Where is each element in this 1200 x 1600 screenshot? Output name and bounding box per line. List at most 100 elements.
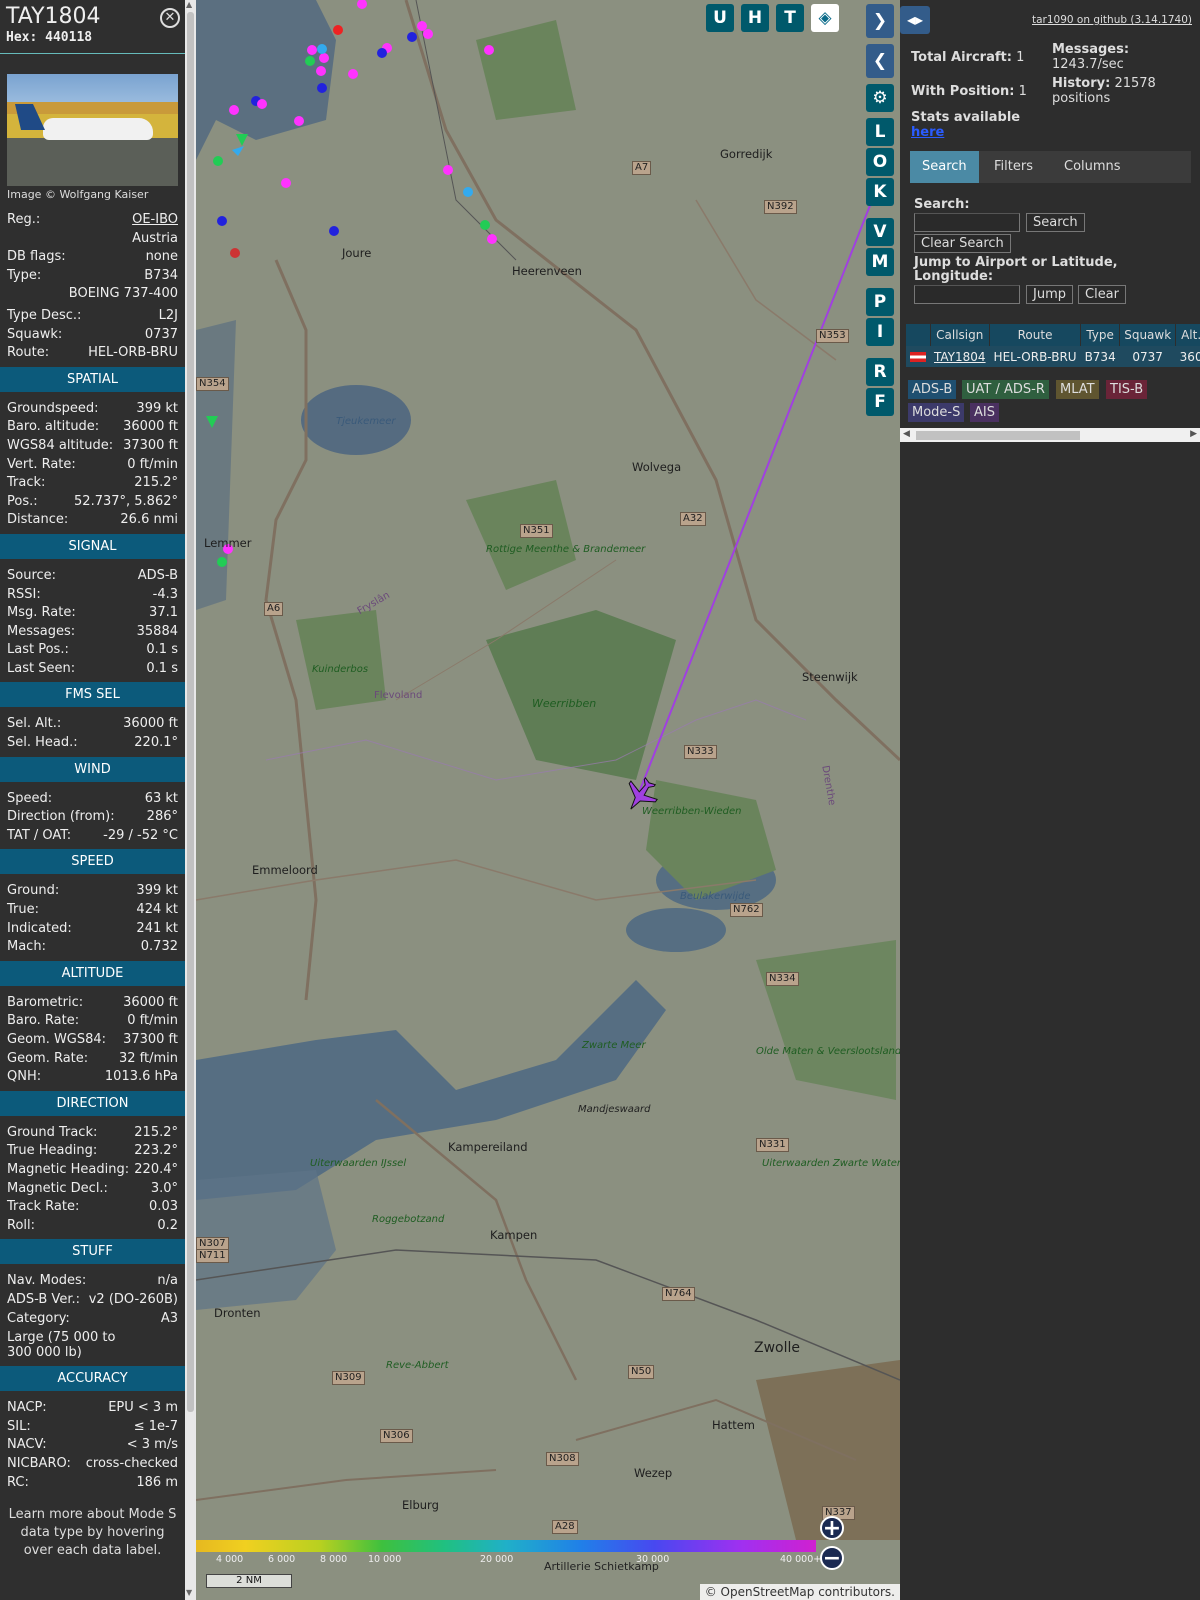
gear-icon[interactable]: ⚙	[866, 84, 894, 112]
reg-link[interactable]: OE-IBO	[132, 211, 178, 230]
field-label[interactable]: WGS84 altitude:	[7, 437, 113, 456]
field-label[interactable]: Mach:	[7, 938, 46, 957]
field-label[interactable]: Magnetic Heading:	[7, 1161, 129, 1180]
road-shield: N351	[520, 524, 553, 538]
field-label[interactable]: NACV:	[7, 1436, 47, 1455]
field-label[interactable]: Messages:	[7, 623, 75, 642]
column-header-type[interactable]: Type	[1080, 324, 1121, 346]
field-label[interactable]: True:	[7, 901, 39, 920]
aircraft-photo[interactable]	[7, 74, 178, 186]
field-label[interactable]: True Heading:	[7, 1142, 97, 1161]
field-label[interactable]: Track Rate:	[7, 1198, 79, 1217]
field-label[interactable]: Category:	[7, 1310, 70, 1329]
field-label[interactable]: QNH:	[7, 1068, 41, 1087]
field-label[interactable]: Geom. Rate:	[7, 1050, 88, 1069]
field-label[interactable]: Baro. Rate:	[7, 1012, 79, 1031]
field-label[interactable]: Sel. Head.:	[7, 734, 78, 753]
panel-tabs: Search Filters Columns	[910, 151, 1191, 183]
field-label[interactable]: Msg. Rate:	[7, 604, 76, 623]
field-label[interactable]: Sel. Alt.:	[7, 715, 61, 734]
field-label[interactable]: RC:	[7, 1474, 29, 1493]
field-label[interactable]: Track:	[7, 474, 45, 493]
field-value: cross-checked	[85, 1455, 178, 1471]
table-horizontal-scrollbar[interactable]: ◀ ▶	[900, 428, 1200, 442]
sidebar-scrollbar[interactable]: ▲ ▼	[185, 0, 196, 1600]
map-toggle-p-button[interactable]: P	[866, 288, 894, 316]
field-label[interactable]: TAT / OAT:	[7, 827, 71, 846]
toggle-h-button[interactable]: H	[741, 4, 769, 32]
field-label[interactable]: NACP:	[7, 1399, 47, 1418]
field-label[interactable]: Magnetic Decl.:	[7, 1180, 108, 1199]
map-town-label: Steenwijk	[802, 670, 858, 684]
clear-button[interactable]: Clear	[1078, 285, 1126, 304]
field-value: 0.03	[149, 1199, 178, 1215]
zoom-in-button[interactable]: +	[820, 1516, 844, 1540]
github-link[interactable]: tar1090 on github (3.14.1740)	[1032, 14, 1192, 26]
field-label[interactable]: Distance:	[7, 511, 68, 530]
altitude-row: Geom. Rate: 32 ft/min	[0, 1050, 185, 1069]
map-toggle-v-button[interactable]: V	[866, 218, 894, 246]
field-label[interactable]: Pos.:	[7, 493, 38, 512]
toggle-t-button[interactable]: T	[776, 4, 804, 32]
column-header-squawk[interactable]: Squawk	[1119, 324, 1177, 346]
stats-here-link[interactable]: here	[911, 125, 944, 140]
search-button[interactable]: Search	[1026, 213, 1085, 232]
column-header-alt[interactable]: Alt.	[1175, 324, 1200, 346]
table-row[interactable]: TAY1804 HEL-ORB-BRU B734 0737 360	[906, 346, 1200, 367]
map-town-label: Kampen	[490, 1228, 538, 1242]
field-label[interactable]: Last Pos.:	[7, 641, 69, 660]
tab-search[interactable]: Search	[910, 151, 979, 183]
reg-row: Reg.: OE-IBO	[0, 211, 185, 230]
field-label[interactable]: Last Seen:	[7, 660, 75, 679]
map-park-label: Reve-Abbert	[386, 1360, 449, 1371]
field-label[interactable]: ADS-B Ver.:	[7, 1291, 80, 1310]
field-label[interactable]: Ground Track:	[7, 1124, 97, 1143]
clear-search-button[interactable]: Clear Search	[914, 234, 1011, 253]
zoom-out-button[interactable]: −	[820, 1546, 844, 1570]
field-label[interactable]: Roll:	[7, 1217, 35, 1236]
field-label[interactable]: NICBARO:	[7, 1455, 71, 1474]
chevron-left-icon[interactable]: ❮	[866, 44, 894, 78]
chevron-right-icon[interactable]: ❯	[866, 4, 894, 38]
field-label[interactable]: Speed:	[7, 790, 52, 809]
column-header-route[interactable]: Route	[989, 324, 1082, 346]
field-label[interactable]: Barometric:	[7, 994, 83, 1013]
field-label[interactable]: Groundspeed:	[7, 400, 98, 419]
route-value: HEL-ORB-BRU	[88, 345, 178, 361]
map-toggle-r-button[interactable]: R	[866, 358, 894, 386]
section-header-spatial: SPATIAL	[0, 366, 185, 392]
toggle-u-button[interactable]: U	[706, 4, 734, 32]
map-toggle-o-button[interactable]: O	[866, 148, 894, 176]
field-label[interactable]: Geom. WGS84:	[7, 1031, 106, 1050]
jump-button[interactable]: Jump	[1026, 285, 1073, 304]
map-town-label: Kampereiland	[448, 1140, 528, 1154]
map-toggle-k-button[interactable]: K	[866, 178, 894, 206]
tab-columns[interactable]: Columns	[1052, 151, 1133, 183]
search-input[interactable]	[914, 213, 1020, 232]
field-label[interactable]: Ground:	[7, 882, 59, 901]
road-shield: A28	[552, 1520, 578, 1534]
field-label[interactable]: Baro. altitude:	[7, 418, 99, 437]
field-value: 0 ft/min	[127, 1013, 178, 1029]
map-attribution[interactable]: © OpenStreetMap contributors.	[699, 1584, 900, 1600]
field-label[interactable]: Nav. Modes:	[7, 1272, 86, 1291]
map-toggle-i-button[interactable]: I	[866, 318, 894, 346]
tab-filters[interactable]: Filters	[982, 151, 1045, 183]
column-header-callsign[interactable]: Callsign	[930, 324, 991, 346]
field-label[interactable]: Source:	[7, 567, 56, 586]
map-toggle-m-button[interactable]: M	[866, 248, 894, 276]
close-icon[interactable]: ✕	[160, 8, 180, 28]
layers-icon[interactable]: ◈	[811, 4, 839, 32]
map-toggle-l-button[interactable]: L	[866, 118, 894, 146]
row-callsign[interactable]: TAY1804	[930, 346, 990, 367]
map-view[interactable]: Joure Heerenveen Gorredijk Wolvega Lemme…	[196, 0, 900, 1600]
expand-collapse-icon[interactable]: ◂▸	[900, 6, 930, 34]
field-label[interactable]: Direction (from):	[7, 808, 115, 827]
field-label[interactable]: SIL:	[7, 1418, 31, 1437]
field-label[interactable]: Vert. Rate:	[7, 456, 76, 475]
field-label[interactable]: Indicated:	[7, 920, 72, 939]
road-shield: N306	[380, 1429, 413, 1443]
jump-input[interactable]	[914, 285, 1020, 304]
map-toggle-f-button[interactable]: F	[866, 388, 894, 416]
field-label[interactable]: RSSI:	[7, 586, 41, 605]
